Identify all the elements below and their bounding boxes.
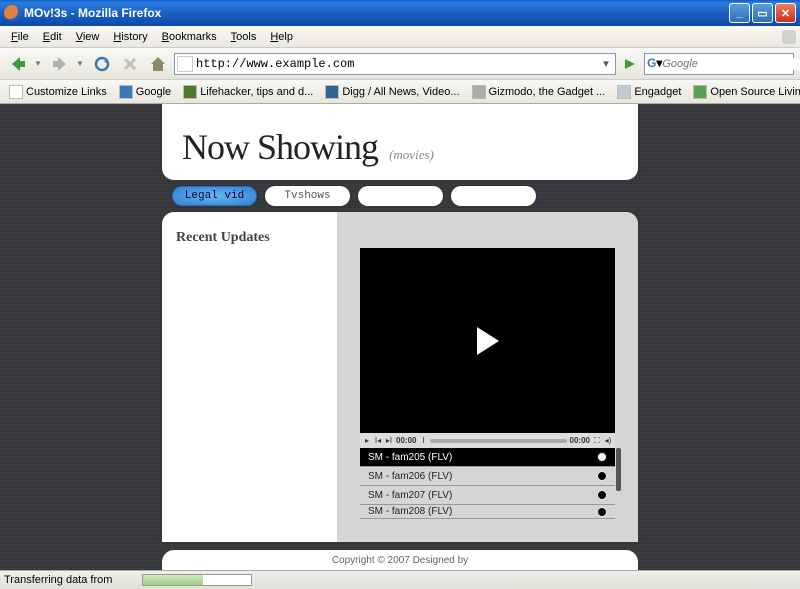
bookmark-lifehacker[interactable]: Lifehacker, tips and d... xyxy=(178,83,318,101)
player-prev-button[interactable]: I◂ xyxy=(374,436,382,445)
menubar: File Edit View History Bookmarks Tools H… xyxy=(0,26,800,48)
playlist-item[interactable]: SM - fam206 (FLV) xyxy=(360,467,615,486)
playlist-play-icon xyxy=(597,507,607,517)
status-bar: Transferring data from xyxy=(0,570,800,589)
back-button[interactable] xyxy=(6,52,30,76)
playlist-item[interactable]: SM - fam208 (FLV) xyxy=(360,505,615,519)
playlist-label: SM - fam206 (FLV) xyxy=(368,471,452,482)
bookmark-icon xyxy=(472,85,486,99)
player-fullscreen-button[interactable]: ⛶ xyxy=(593,436,601,446)
bookmarks-toolbar: Customize Links Google Lifehacker, tips … xyxy=(0,80,800,104)
bookmark-digg[interactable]: Digg / All News, Video... xyxy=(320,83,464,101)
menu-file[interactable]: File xyxy=(4,29,36,45)
sidebar: Recent Updates xyxy=(162,212,337,542)
player-seek-bar[interactable] xyxy=(430,439,566,443)
bookmark-icon xyxy=(325,85,339,99)
search-bar-container: G▾ xyxy=(644,53,794,75)
play-icon xyxy=(477,327,499,355)
menu-tools[interactable]: Tools xyxy=(224,29,264,45)
search-input[interactable] xyxy=(662,58,800,70)
playlist: SM - fam205 (FLV) SM - fam206 (FLV) SM -… xyxy=(360,448,615,519)
bookmark-label: Digg / All News, Video... xyxy=(342,86,459,98)
page-title: Now Showing xyxy=(182,127,378,167)
page-favicon-icon xyxy=(177,56,193,72)
player-volume-button[interactable]: ◂) xyxy=(604,436,612,445)
menu-history[interactable]: History xyxy=(106,29,154,45)
bookmark-gizmodo[interactable]: Gizmodo, the Gadget ... xyxy=(467,83,611,101)
menu-edit[interactable]: Edit xyxy=(36,29,69,45)
window-maximize-button[interactable]: ▭ xyxy=(752,3,773,23)
window-title: MOv!3s - Mozilla Firefox xyxy=(24,6,727,20)
firefox-icon xyxy=(4,5,20,21)
page-viewport: Now Showing (movies) Legal vid Tvshows R… xyxy=(0,104,800,570)
window-titlebar: MOv!3s - Mozilla Firefox _ ▭ ✕ xyxy=(0,0,800,26)
menu-bookmarks[interactable]: Bookmarks xyxy=(155,29,224,45)
player-time-current: 00:00 xyxy=(396,436,416,445)
bookmark-engadget[interactable]: Engadget xyxy=(612,83,686,101)
tab-blank-1[interactable] xyxy=(358,186,443,206)
bookmark-icon xyxy=(693,85,707,99)
playlist-label: SM - fam205 (FLV) xyxy=(368,452,452,463)
bookmark-icon xyxy=(617,85,631,99)
player-next-button[interactable]: ▸I xyxy=(385,436,393,445)
player-area: ▸ I◂ ▸I 00:00 I 00:00 ⛶ ◂) SM - fam205 (… xyxy=(337,212,638,542)
sidebar-heading: Recent Updates xyxy=(176,230,323,246)
nav-tabs: Legal vid Tvshows xyxy=(172,186,638,206)
forward-dropdown[interactable]: ▼ xyxy=(76,59,86,68)
go-button[interactable] xyxy=(620,54,640,74)
playlist-item[interactable]: SM - fam207 (FLV) xyxy=(360,486,615,505)
playlist-play-icon xyxy=(597,452,607,462)
player-seek-handle[interactable]: I xyxy=(419,436,427,445)
playlist-play-icon xyxy=(597,490,607,500)
progress-bar xyxy=(142,574,252,586)
bookmark-label: Open Source Living xyxy=(710,86,800,98)
bookmark-icon xyxy=(183,85,197,99)
url-input[interactable] xyxy=(196,57,599,71)
video-player[interactable] xyxy=(360,248,615,433)
back-dropdown[interactable]: ▼ xyxy=(34,59,44,68)
navigation-toolbar: ▼ ▼ ▾ G▾ xyxy=(0,48,800,80)
home-button[interactable] xyxy=(146,52,170,76)
playlist-label: SM - fam207 (FLV) xyxy=(368,490,452,501)
playlist-item[interactable]: SM - fam205 (FLV) xyxy=(360,448,615,467)
bookmark-icon xyxy=(119,85,133,99)
tab-tvshows[interactable]: Tvshows xyxy=(265,186,350,206)
forward-button xyxy=(48,52,72,76)
menu-help[interactable]: Help xyxy=(263,29,300,45)
playlist-label: SM - fam208 (FLV) xyxy=(368,506,452,517)
page-header: Now Showing (movies) xyxy=(162,104,638,180)
tab-blank-2[interactable] xyxy=(451,186,536,206)
window-minimize-button[interactable]: _ xyxy=(729,3,750,23)
url-dropdown[interactable]: ▾ xyxy=(599,57,613,70)
playlist-play-icon xyxy=(597,471,607,481)
bookmark-icon xyxy=(9,85,23,99)
bookmark-label: Lifehacker, tips and d... xyxy=(200,86,313,98)
bookmark-osl[interactable]: Open Source Living xyxy=(688,83,800,101)
page-footer: Copyright © 2007 Designed by xyxy=(162,550,638,570)
bookmark-google[interactable]: Google xyxy=(114,83,176,101)
player-time-total: 00:00 xyxy=(570,436,590,445)
player-play-button[interactable]: ▸ xyxy=(363,436,371,445)
page-subtitle: (movies) xyxy=(389,147,434,162)
bookmark-label: Engadget xyxy=(634,86,681,98)
status-text: Transferring data from xyxy=(4,574,112,586)
footer-text: Copyright © 2007 Designed by xyxy=(332,555,468,566)
stop-button xyxy=(118,52,142,76)
window-close-button[interactable]: ✕ xyxy=(775,3,796,23)
activity-icon xyxy=(782,30,796,44)
main-content: Recent Updates ▸ I◂ ▸I 00:00 I 00:00 ⛶ ◂… xyxy=(162,212,638,542)
player-controls: ▸ I◂ ▸I 00:00 I 00:00 ⛶ ◂) xyxy=(360,433,615,448)
menu-view[interactable]: View xyxy=(69,29,107,45)
url-bar-container: ▾ xyxy=(174,53,616,75)
bookmark-label: Gizmodo, the Gadget ... xyxy=(489,86,606,98)
search-engine-icon[interactable]: G▾ xyxy=(647,56,662,72)
reload-button[interactable] xyxy=(90,52,114,76)
bookmark-customize-links[interactable]: Customize Links xyxy=(4,83,112,101)
bookmark-label: Customize Links xyxy=(26,86,107,98)
tab-legal-vid[interactable]: Legal vid xyxy=(172,186,257,206)
bookmark-label: Google xyxy=(136,86,171,98)
